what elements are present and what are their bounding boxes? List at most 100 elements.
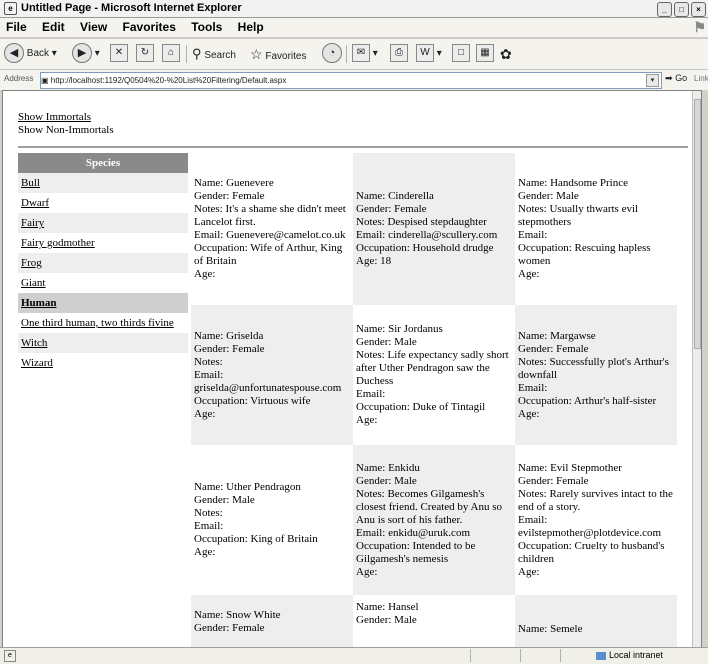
person-age: Age: [356, 565, 378, 578]
person-age: Age: [194, 268, 216, 280]
scrollbar-thumb[interactable] [694, 99, 701, 349]
person-card: Name: Griselda Gender: Female Notes: Ema… [191, 305, 353, 445]
links-button[interactable]: Links [694, 74, 708, 83]
messenger-button[interactable]: ✿ [500, 43, 512, 65]
person-occupation: Occupation: Wife of Arthur, King of Brit… [194, 242, 343, 267]
search-button[interactable]: ⚲ Search [192, 43, 236, 65]
stop-button[interactable]: ✕ [110, 43, 128, 65]
forward-button[interactable]: ▶ ▾ [72, 43, 100, 65]
page-status-icon: e [4, 650, 16, 662]
stop-icon: ✕ [110, 44, 128, 63]
person-card: Name: Enkidu Gender: Male Notes: Becomes… [353, 445, 515, 595]
person-gender: Gender: Male [356, 474, 417, 487]
person-occupation: Occupation: Cruelty to husband's childre… [518, 539, 665, 565]
security-zone: Local intranet [596, 650, 663, 660]
star-icon: ☆ [250, 46, 263, 62]
menu-view[interactable]: View [80, 20, 107, 34]
address-bar: Address ▣ http://localhost:1192/Q0504%20… [0, 69, 708, 90]
species-item-fairy-godmother[interactable]: Fairy godmother [18, 233, 188, 253]
show-non-immortals-link[interactable]: Show Non-Immortals [18, 124, 114, 137]
research-button[interactable]: ▦ [476, 43, 494, 65]
person-notes: Notes: Life expectancy sadly short after… [356, 349, 509, 387]
person-name: Name: Handsome Prince [518, 177, 628, 189]
species-item-fairy[interactable]: Fairy [18, 213, 188, 233]
discuss-button[interactable]: □ [452, 43, 470, 65]
address-dropdown-icon[interactable]: ▾ [646, 74, 659, 87]
divider [18, 146, 688, 148]
person-gender: Gender: Male [194, 494, 255, 506]
maximize-button[interactable]: □ [674, 2, 689, 17]
edit-button[interactable]: W ▾ [416, 43, 442, 65]
discuss-icon: □ [452, 44, 470, 63]
go-button[interactable]: ➡ Go [665, 73, 687, 84]
species-item-bull[interactable]: Bull [18, 173, 188, 193]
page-viewport: Show Immortals Show Non-Immortals Specie… [2, 90, 702, 648]
person-gender: Gender: Female [194, 622, 265, 634]
person-email: Email: Guenevere@camelot.co.uk [194, 229, 346, 241]
species-item-witch[interactable]: Witch [18, 333, 188, 353]
show-immortals-link[interactable]: Show Immortals [18, 111, 114, 124]
ie-logo-icon: e [4, 2, 17, 15]
species-item-dwarf[interactable]: Dwarf [18, 193, 188, 213]
menu-bar: File Edit View Favorites Tools Help ⚑ [0, 18, 708, 37]
research-icon: ▦ [476, 44, 494, 63]
print-button[interactable]: ⎙ [390, 43, 408, 65]
history-button[interactable]: ◔ [322, 43, 342, 65]
vertical-scrollbar[interactable] [692, 91, 701, 647]
person-notes: Notes: Successfully plot's Arthur's down… [518, 355, 669, 381]
person-gender: Gender: Female [518, 474, 589, 487]
print-icon: ⎙ [390, 44, 408, 63]
forward-arrow-icon: ▶ [72, 43, 92, 64]
species-header: Species [18, 153, 188, 173]
person-name: Name: Griselda [194, 329, 264, 342]
person-email: Email: evilstepmother@plotdevice.com [518, 513, 662, 539]
back-button[interactable]: ◀ Back ▾ [4, 43, 57, 65]
back-label: Back [26, 48, 50, 59]
person-card: Name: Evil Stepmother Gender: Female Not… [515, 445, 677, 595]
person-age: Age: [518, 565, 540, 578]
species-item-human[interactable]: Human [18, 293, 188, 313]
address-url: http://localhost:1192/Q0504%20-%20List%2… [50, 76, 287, 85]
species-list: Species Bull Dwarf Fairy Fairy godmother… [18, 153, 188, 373]
person-name: Name: Margawse [518, 329, 596, 342]
home-button[interactable]: ⌂ [162, 43, 180, 65]
person-gender: Gender: Male [356, 614, 417, 626]
person-age: Age: [194, 407, 216, 420]
page-icon: ▣ [41, 76, 49, 85]
person-notes: Notes: [194, 507, 223, 519]
person-card: Name: Guenevere Gender: Female Notes: It… [191, 153, 353, 305]
person-name: Name: Cinderella [356, 190, 434, 202]
person-email: Email: cinderella@scullery.com [356, 229, 498, 241]
menu-file[interactable]: File [6, 20, 27, 34]
species-item-wizard[interactable]: Wizard [18, 353, 188, 373]
menu-help[interactable]: Help [238, 20, 264, 34]
person-email: Email: [518, 229, 548, 241]
person-gender: Gender: Female [356, 203, 427, 215]
person-age: Age: 18 [356, 255, 392, 267]
person-email: Email: [518, 381, 548, 394]
person-card: Name: Uther Pendragon Gender: Male Notes… [191, 445, 353, 595]
intranet-icon [596, 651, 606, 660]
person-notes: Notes: It's a shame she didn't meet Lanc… [194, 203, 346, 228]
person-card: Name: Sir Jordanus Gender: Male Notes: L… [353, 305, 515, 445]
minimize-button[interactable]: _ [657, 2, 672, 17]
menu-favorites[interactable]: Favorites [123, 20, 176, 34]
species-item-one-third-human[interactable]: One third human, two thirds fivine [18, 313, 188, 333]
species-item-frog[interactable]: Frog [18, 253, 188, 273]
person-age: Age: [356, 414, 378, 426]
mail-button[interactable]: ✉ ▾ [352, 43, 378, 65]
close-button[interactable]: × [691, 2, 706, 17]
standard-toolbar: ◀ Back ▾ ▶ ▾ ✕ ↻ ⌂ ⚲ Search ☆ Favorites … [0, 38, 708, 69]
menu-edit[interactable]: Edit [42, 20, 65, 34]
species-item-giant[interactable]: Giant [18, 273, 188, 293]
address-input[interactable]: ▣ http://localhost:1192/Q0504%20-%20List… [40, 72, 662, 89]
window-titlebar: e Untitled Page - Microsoft Internet Expl… [0, 0, 708, 18]
person-age: Age: [518, 407, 540, 420]
favorites-button[interactable]: ☆ Favorites [250, 43, 306, 65]
refresh-button[interactable]: ↻ [136, 43, 154, 65]
person-name: Name: Uther Pendragon [194, 481, 301, 493]
menu-tools[interactable]: Tools [191, 20, 222, 34]
person-occupation: Occupation: Virtuous wife [194, 394, 311, 407]
window-title: Untitled Page - Microsoft Internet Explo… [21, 2, 242, 14]
person-email: Email: [194, 520, 224, 532]
